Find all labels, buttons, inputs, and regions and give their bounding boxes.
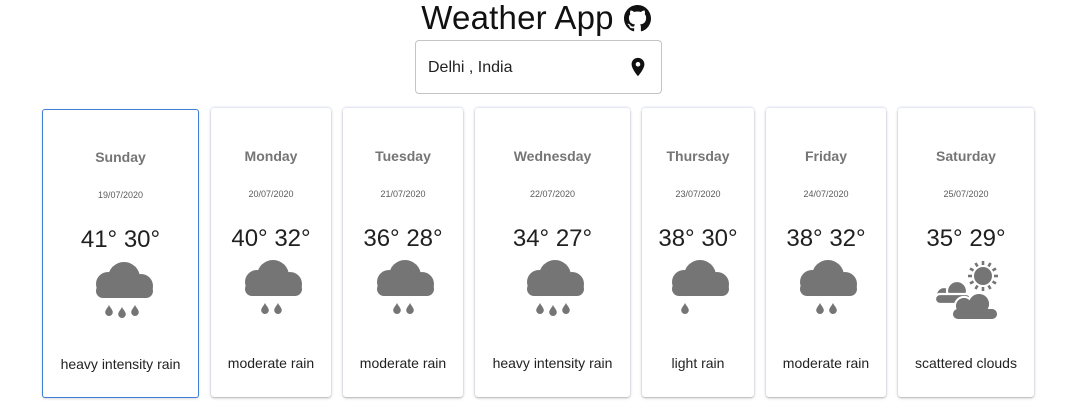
weather-description: moderate rain — [782, 355, 870, 371]
max-temperature: 38° — [658, 225, 695, 252]
min-temperature: 27° — [555, 225, 593, 252]
temperature-range: 40° 32° — [211, 225, 331, 253]
light-rain-cloud-icon — [672, 260, 729, 314]
forecast-card-wednesday[interactable]: Wednesday 22/07/2020 34° 27° heavy intensi… — [475, 108, 630, 397]
max-temperature: 35° — [926, 225, 963, 252]
heavy-rain-cloud-icon — [527, 260, 584, 316]
github-icon[interactable] — [623, 5, 651, 32]
rain-cloud-icon — [800, 260, 857, 314]
day-name: Friday — [804, 148, 847, 164]
weather-description: heavy intensity rain — [492, 355, 613, 371]
max-temperature: 41° — [80, 226, 118, 253]
rain-cloud-icon — [377, 260, 434, 314]
temperature-range: 36° 28° — [343, 225, 463, 253]
temperature-range: 38° 32° — [766, 225, 886, 253]
day-name: Saturday — [936, 148, 996, 164]
location-pin-icon[interactable] — [627, 56, 649, 78]
sun-clouds-icon — [933, 261, 1000, 322]
forecast-date: 23/07/2020 — [675, 189, 721, 199]
temperature-range: 41° 30° — [43, 226, 198, 254]
forecast-date: 25/07/2020 — [943, 189, 989, 199]
min-temperature: 29° — [969, 225, 1006, 252]
forecast-card-saturday[interactable]: Saturday 25/07/2020 35° 29° scattered clou… — [898, 108, 1034, 397]
min-temperature: 32° — [274, 225, 311, 252]
location-search[interactable] — [415, 40, 662, 94]
max-temperature: 34° — [512, 225, 550, 252]
weather-description: moderate rain — [359, 355, 447, 371]
day-name: Wednesday — [513, 148, 592, 164]
rain-cloud-icon — [245, 260, 302, 314]
app-title: Weather App — [421, 0, 614, 36]
forecast-card-friday[interactable]: Friday 24/07/2020 38° 32° moderate rain — [766, 108, 886, 397]
weather-description: light rain — [671, 355, 725, 371]
day-name: Tuesday — [375, 148, 431, 164]
forecast-date: 20/07/2020 — [248, 189, 294, 199]
day-name: Sunday — [95, 149, 146, 165]
min-temperature: 28° — [406, 225, 443, 252]
weather-description: moderate rain — [227, 355, 315, 371]
forecast-date: 21/07/2020 — [380, 189, 426, 199]
min-temperature: 32° — [829, 225, 866, 252]
min-temperature: 30° — [701, 225, 738, 252]
temperature-range: 35° 29° — [898, 225, 1034, 253]
temperature-range: 34° 27° — [475, 225, 630, 253]
weather-description: scattered clouds — [915, 355, 1017, 371]
forecast-card-tuesday[interactable]: Tuesday 21/07/2020 36° 28° moderate rain — [343, 108, 463, 397]
min-temperature: 30° — [123, 226, 161, 253]
day-name: Thursday — [666, 148, 730, 164]
temperature-range: 38° 30° — [642, 225, 754, 253]
forecast-card-monday[interactable]: Monday 20/07/2020 40° 32° moderate rain — [211, 108, 331, 397]
weather-description: heavy intensity rain — [60, 356, 181, 372]
header: Weather App — [0, 0, 1072, 36]
location-input[interactable] — [428, 55, 618, 81]
forecast-date: 24/07/2020 — [803, 189, 849, 199]
day-name: Monday — [244, 148, 298, 164]
max-temperature: 38° — [786, 225, 823, 252]
heavy-rain-cloud-icon — [96, 262, 153, 318]
forecast-date: 19/07/2020 — [97, 190, 144, 200]
forecast-card-thursday[interactable]: Thursday 23/07/2020 38° 30° light rain — [642, 108, 754, 397]
forecast-date: 22/07/2020 — [529, 189, 576, 199]
forecast-card-sunday[interactable]: Sunday 19/07/2020 41° 30° heavy intensity … — [42, 109, 199, 398]
max-temperature: 36° — [363, 225, 400, 252]
max-temperature: 40° — [231, 225, 268, 252]
